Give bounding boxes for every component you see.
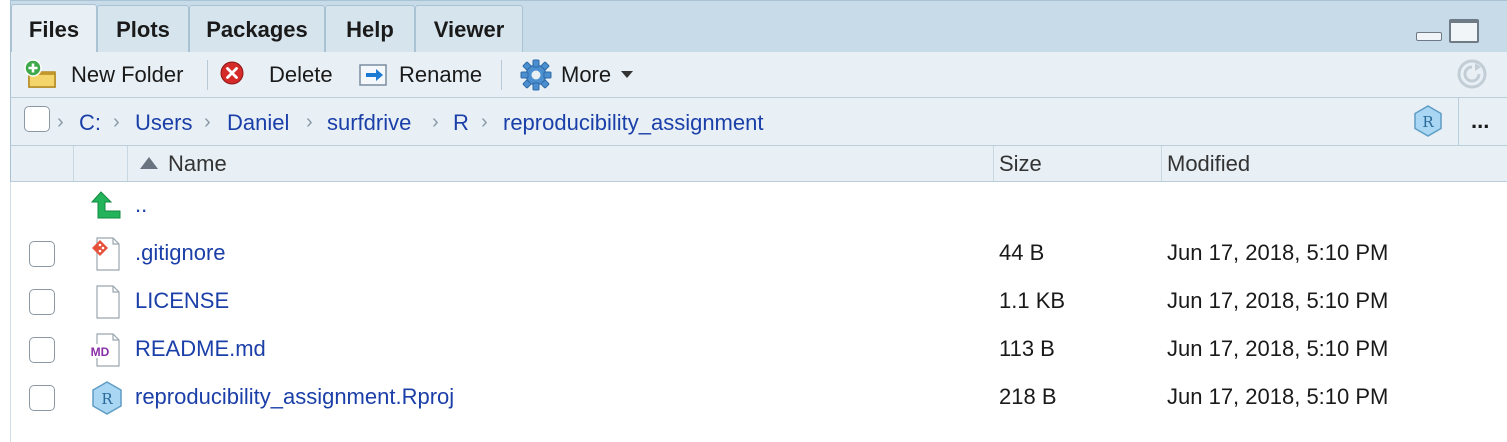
file-checkbox[interactable] [29,337,55,363]
file-list: .. .gitignore 44 B Jun 17, 2018, 5:10 PM [10,182,1507,442]
header-icon-column [74,146,128,181]
file-name-link[interactable]: .gitignore [135,240,226,266]
delete-icon [220,61,244,85]
table-row: MD README.md 113 B Jun 17, 2018, 5:10 PM [11,326,1507,374]
table-row: LICENSE 1.1 KB Jun 17, 2018, 5:10 PM [11,278,1507,326]
header-modified-column[interactable]: Modified [1162,146,1507,181]
header-size-column[interactable]: Size [994,146,1162,181]
go-to-project-directory-icon[interactable]: R [1411,104,1445,138]
size-column-label: Size [999,151,1042,176]
file-modified: Jun 17, 2018, 5:10 PM [1167,240,1389,265]
header-name-column[interactable]: Name [128,146,994,181]
maximize-pane-icon[interactable] [1449,19,1479,43]
git-file-icon [92,237,120,271]
more-button[interactable]: More [519,57,634,93]
tab-bar: Files Plots Packages Help Viewer [10,0,1507,54]
markdown-file-icon: MD [89,333,120,367]
blank-file-icon [96,285,120,319]
breadcrumb-item-daniel[interactable]: Daniel [227,110,289,136]
parent-directory-icon [90,191,121,219]
svg-text:R: R [1422,113,1434,131]
minimize-pane-icon[interactable] [1414,19,1442,43]
file-checkbox[interactable] [29,241,55,267]
modified-column-label: Modified [1167,151,1251,176]
svg-text:R: R [101,390,113,408]
breadcrumb-separator: › [113,111,120,133]
select-all-checkbox[interactable] [24,106,50,132]
breadcrumb-item-c[interactable]: C: [79,110,101,136]
file-size: 44 B [999,240,1045,265]
toolbar-separator [501,60,502,90]
more-label: More [561,62,612,87]
file-size: 113 B [999,336,1055,361]
gear-icon [520,59,552,91]
header-checkbox-column [11,146,74,181]
rproj-file-icon: R [92,381,122,415]
files-pane: Files Plots Packages Help Viewer New Fol… [0,0,1507,442]
breadcrumb-item-r[interactable]: R [453,110,469,136]
breadcrumb-divider [1458,98,1459,145]
breadcrumb: › C: › Users › Daniel › surfdrive › R › … [10,98,1507,146]
new-folder-button[interactable]: New Folder [23,57,183,93]
refresh-icon[interactable] [1455,57,1489,91]
tab-help[interactable]: Help [325,5,415,53]
file-modified: Jun 17, 2018, 5:10 PM [1167,288,1389,313]
breadcrumb-separator: › [57,111,64,133]
sort-ascending-icon [140,157,158,169]
file-size: 218 B [999,384,1057,409]
file-name-link[interactable]: README.md [135,336,266,362]
file-name-link[interactable]: reproducibility_assignment.Rproj [135,384,454,410]
breadcrumb-separator: › [204,111,211,133]
breadcrumb-separator: › [481,111,488,133]
tab-files[interactable]: Files [11,4,97,54]
file-table-header: Name Size Modified [10,146,1507,182]
rename-label: Rename [399,62,483,87]
file-size: 1.1 KB [999,288,1066,313]
chevron-down-icon [621,71,634,78]
svg-text:MD: MD [91,345,110,359]
file-modified: Jun 17, 2018, 5:10 PM [1167,384,1389,409]
new-folder-icon [24,59,56,88]
breadcrumb-separator: › [306,111,313,133]
breadcrumb-item-reproducibility-assignment[interactable]: reproducibility_assignment [503,110,763,136]
file-checkbox[interactable] [29,385,55,411]
delete-button[interactable]: Delete [219,57,333,93]
file-modified: Jun 17, 2018, 5:10 PM [1167,336,1389,361]
new-folder-label: New Folder [71,62,184,87]
parent-directory-link[interactable]: .. [135,192,147,218]
table-row: R reproducibility_assignment.Rproj 218 B… [11,374,1507,422]
rename-button[interactable]: Rename [357,57,482,93]
toolbar-separator [207,60,208,90]
name-column-label: Name [168,151,227,176]
breadcrumb-separator: › [432,111,439,133]
breadcrumb-item-surfdrive[interactable]: surfdrive [327,110,411,136]
files-toolbar: New Folder Delete Rename More [10,52,1507,98]
table-row: .gitignore 44 B Jun 17, 2018, 5:10 PM [11,230,1507,278]
tab-packages[interactable]: Packages [189,5,325,53]
rename-icon [359,64,387,86]
parent-directory-row[interactable]: .. [11,182,1507,230]
breadcrumb-item-users[interactable]: Users [135,110,192,136]
tab-plots[interactable]: Plots [97,5,189,53]
file-name-link[interactable]: LICENSE [135,288,229,314]
tab-viewer[interactable]: Viewer [415,5,523,53]
more-path-button[interactable]: ... [1471,108,1489,134]
file-checkbox[interactable] [29,289,55,315]
delete-label: Delete [269,62,333,87]
